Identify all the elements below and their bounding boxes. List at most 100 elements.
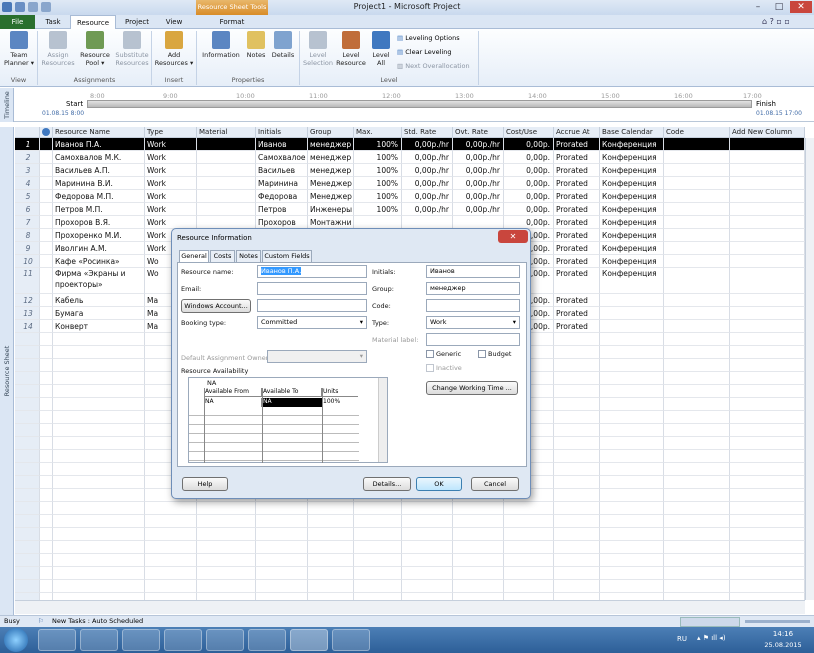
empty-cell[interactable] bbox=[15, 411, 40, 424]
empty-cell[interactable] bbox=[53, 359, 145, 372]
empty-cell[interactable] bbox=[53, 463, 145, 476]
empty-cell[interactable] bbox=[308, 502, 354, 515]
table-cell[interactable]: Конференция bbox=[600, 151, 664, 164]
empty-cell[interactable] bbox=[453, 515, 504, 528]
table-cell[interactable] bbox=[664, 294, 730, 307]
close-button[interactable]: ✕ bbox=[790, 1, 812, 13]
table-cell[interactable]: Prorated bbox=[554, 151, 600, 164]
table-cell[interactable] bbox=[730, 229, 805, 242]
calculator-icon[interactable] bbox=[332, 629, 370, 651]
resource-name-input[interactable]: Иванов П.А. bbox=[257, 265, 367, 278]
empty-cell[interactable] bbox=[402, 554, 453, 567]
empty-cell[interactable] bbox=[664, 515, 730, 528]
next-overallocation-button[interactable]: ▥ Next Overallocation bbox=[397, 62, 470, 70]
empty-cell[interactable] bbox=[600, 346, 664, 359]
table-cell[interactable]: Конференция bbox=[600, 164, 664, 177]
table-cell[interactable] bbox=[40, 294, 53, 307]
empty-cell[interactable] bbox=[53, 476, 145, 489]
table-cell[interactable]: 0,00р./hr bbox=[402, 151, 453, 164]
empty-cell[interactable] bbox=[53, 346, 145, 359]
table-cell[interactable]: Маринина bbox=[256, 177, 308, 190]
row-id-cell[interactable]: 10 bbox=[15, 255, 40, 268]
table-cell[interactable]: Work bbox=[145, 177, 197, 190]
empty-cell[interactable] bbox=[554, 411, 600, 424]
empty-cell[interactable] bbox=[600, 385, 664, 398]
empty-cell[interactable] bbox=[256, 541, 308, 554]
resource-pool-button[interactable]: Resource Pool ▾ bbox=[77, 31, 113, 67]
empty-cell[interactable] bbox=[730, 567, 805, 580]
empty-cell[interactable] bbox=[15, 359, 40, 372]
table-cell[interactable]: Конференция bbox=[600, 216, 664, 229]
empty-cell[interactable] bbox=[197, 528, 256, 541]
empty-cell[interactable] bbox=[53, 541, 145, 554]
empty-cell[interactable] bbox=[504, 554, 554, 567]
table-cell[interactable] bbox=[40, 255, 53, 268]
empty-cell[interactable] bbox=[53, 385, 145, 398]
empty-cell[interactable] bbox=[40, 489, 53, 502]
empty-cell[interactable] bbox=[145, 580, 197, 593]
empty-cell[interactable] bbox=[453, 567, 504, 580]
empty-cell[interactable] bbox=[53, 580, 145, 593]
zoom-slider[interactable] bbox=[745, 620, 810, 623]
empty-cell[interactable] bbox=[730, 411, 805, 424]
table-cell[interactable] bbox=[664, 138, 730, 151]
empty-cell[interactable] bbox=[554, 372, 600, 385]
table-cell[interactable] bbox=[40, 164, 53, 177]
empty-cell[interactable] bbox=[600, 398, 664, 411]
table-cell[interactable] bbox=[600, 307, 664, 320]
empty-cell[interactable] bbox=[402, 567, 453, 580]
empty-cell[interactable] bbox=[600, 450, 664, 463]
empty-cell[interactable] bbox=[53, 515, 145, 528]
column-header[interactable]: Base Calendar bbox=[600, 127, 664, 138]
tray-icons[interactable]: ▴ ⚑ ıll ◂) bbox=[697, 634, 726, 642]
empty-cell[interactable] bbox=[600, 372, 664, 385]
empty-cell[interactable] bbox=[354, 528, 402, 541]
empty-cell[interactable] bbox=[256, 580, 308, 593]
tab-format[interactable]: Format bbox=[206, 15, 258, 29]
empty-cell[interactable] bbox=[256, 515, 308, 528]
help-button[interactable]: Help bbox=[182, 477, 228, 491]
empty-cell[interactable] bbox=[145, 502, 197, 515]
table-cell[interactable] bbox=[730, 190, 805, 203]
empty-cell[interactable] bbox=[600, 515, 664, 528]
table-cell[interactable] bbox=[40, 203, 53, 216]
dialog-tab-costs[interactable]: Costs bbox=[210, 250, 235, 262]
cancel-button[interactable]: Cancel bbox=[471, 477, 519, 491]
table-cell[interactable] bbox=[730, 216, 805, 229]
availability-cell[interactable]: NA bbox=[262, 398, 322, 407]
empty-cell[interactable] bbox=[554, 463, 600, 476]
view-side-tab[interactable]: Resource Sheet bbox=[0, 127, 14, 615]
table-cell[interactable]: Менеджер bbox=[308, 190, 354, 203]
empty-cell[interactable] bbox=[664, 554, 730, 567]
level-resource-button[interactable]: Level Resource bbox=[335, 31, 367, 67]
table-cell[interactable]: Work bbox=[145, 151, 197, 164]
empty-cell[interactable] bbox=[197, 502, 256, 515]
empty-cell[interactable] bbox=[40, 463, 53, 476]
table-cell[interactable] bbox=[600, 294, 664, 307]
table-cell[interactable]: Иванов П.А. bbox=[53, 138, 145, 151]
table-cell[interactable]: Самохвалое bbox=[256, 151, 308, 164]
empty-cell[interactable] bbox=[15, 489, 40, 502]
empty-cell[interactable] bbox=[145, 554, 197, 567]
empty-cell[interactable] bbox=[308, 541, 354, 554]
table-cell[interactable]: 0,00р./hr bbox=[453, 138, 504, 151]
empty-cell[interactable] bbox=[40, 567, 53, 580]
empty-cell[interactable] bbox=[15, 476, 40, 489]
table-cell[interactable] bbox=[730, 203, 805, 216]
table-cell[interactable]: Конференция bbox=[600, 229, 664, 242]
empty-cell[interactable] bbox=[197, 567, 256, 580]
table-cell[interactable] bbox=[664, 268, 730, 294]
chrome-icon[interactable] bbox=[164, 629, 202, 651]
information-button[interactable]: Information bbox=[199, 31, 243, 59]
table-cell[interactable]: Иволгин А.М. bbox=[53, 242, 145, 255]
empty-cell[interactable] bbox=[554, 437, 600, 450]
row-id-cell[interactable]: 5 bbox=[15, 190, 40, 203]
table-cell[interactable]: менеджер bbox=[308, 164, 354, 177]
table-cell[interactable]: 0,00р./hr bbox=[402, 190, 453, 203]
row-id-cell[interactable]: 9 bbox=[15, 242, 40, 255]
empty-cell[interactable] bbox=[664, 411, 730, 424]
table-cell[interactable] bbox=[40, 190, 53, 203]
table-cell[interactable]: Кафе «Росинка» bbox=[53, 255, 145, 268]
empty-cell[interactable] bbox=[554, 489, 600, 502]
empty-cell[interactable] bbox=[600, 528, 664, 541]
